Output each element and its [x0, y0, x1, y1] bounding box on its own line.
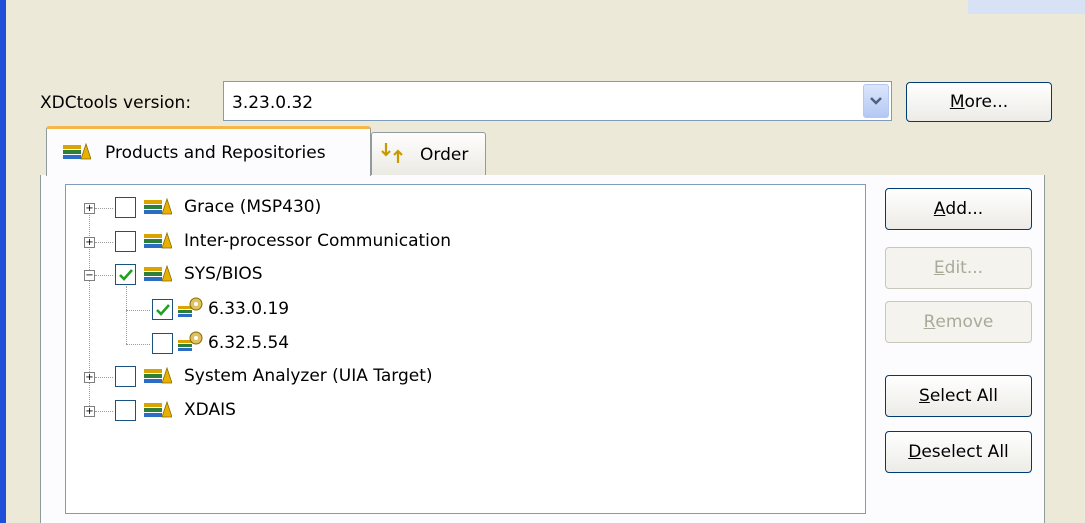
version-gear-icon — [178, 330, 204, 359]
xdctools-version-value: 3.23.0.32 — [232, 93, 314, 113]
select-all-button[interactable]: Select All — [885, 375, 1032, 417]
tree-item-label: 6.33.0.19 — [208, 299, 290, 319]
edit-button[interactable]: Edit... — [885, 247, 1032, 289]
tree-item-label: Inter-processor Communication — [184, 231, 452, 251]
products-icon — [63, 142, 92, 168]
tree-item-label: XDAIS — [184, 400, 236, 420]
tree-item-grace[interactable]: + Grace (MSP430) — [66, 193, 856, 223]
tab-label-order: Order — [420, 145, 469, 165]
deselect-all-button[interactable]: Deselect All — [885, 431, 1032, 473]
product-icon — [144, 366, 173, 392]
tab-products-and-repositories[interactable]: Products and Repositories — [46, 126, 371, 176]
check-icon — [155, 303, 170, 316]
collapse-icon[interactable]: − — [84, 270, 95, 281]
remove-button[interactable]: Remove — [885, 301, 1032, 343]
expand-icon[interactable]: + — [84, 237, 95, 248]
tree-item-ipc[interactable]: + Inter-processor Communication — [66, 227, 856, 257]
product-icon — [144, 197, 173, 223]
expand-icon[interactable]: + — [84, 406, 95, 417]
tree-item-sysbios[interactable]: − SYS/BIOS — [66, 260, 856, 290]
order-icon — [380, 141, 406, 170]
tab-order[interactable]: Order — [371, 132, 486, 175]
tree-item-label: SYS/BIOS — [184, 264, 263, 284]
checkbox[interactable] — [115, 231, 136, 252]
checkbox-checked[interactable] — [152, 299, 173, 320]
tree-item-label: System Analyzer (UIA Target) — [184, 366, 433, 386]
checkbox-checked[interactable] — [115, 264, 136, 285]
product-icon — [144, 231, 173, 257]
xdctools-version-label: XDCtools version: — [40, 93, 192, 113]
expand-icon[interactable]: + — [84, 372, 95, 383]
tab-label-products: Products and Repositories — [105, 143, 326, 163]
chevron-down-icon[interactable] — [863, 84, 889, 118]
check-icon — [118, 268, 133, 281]
checkbox[interactable] — [115, 400, 136, 421]
checkbox[interactable] — [115, 197, 136, 218]
title-strip — [968, 0, 1085, 14]
product-icon — [144, 264, 173, 290]
expand-icon[interactable]: + — [84, 203, 95, 214]
checkbox[interactable] — [152, 333, 173, 354]
version-gear-icon — [178, 296, 204, 325]
add-button[interactable]: Add... — [885, 188, 1032, 230]
tree-item-xdais[interactable]: + XDAIS — [66, 396, 856, 426]
checkbox[interactable] — [115, 366, 136, 387]
tree-item-system-analyzer[interactable]: + System Analyzer (UIA Target) — [66, 362, 856, 392]
window-left-border — [0, 0, 6, 523]
products-tree[interactable]: + Grace (MSP430) + Inter-processor Commu… — [65, 184, 866, 514]
more-button[interactable]: More... — [906, 82, 1052, 122]
tree-item-version[interactable]: 6.33.0.19 — [66, 294, 856, 324]
tree-item-version[interactable]: 6.32.5.54 — [66, 328, 856, 358]
xdctools-version-combo[interactable]: 3.23.0.32 — [223, 81, 892, 121]
product-icon — [144, 400, 173, 426]
tree-item-label: 6.32.5.54 — [208, 333, 290, 353]
tree-item-label: Grace (MSP430) — [184, 197, 322, 217]
